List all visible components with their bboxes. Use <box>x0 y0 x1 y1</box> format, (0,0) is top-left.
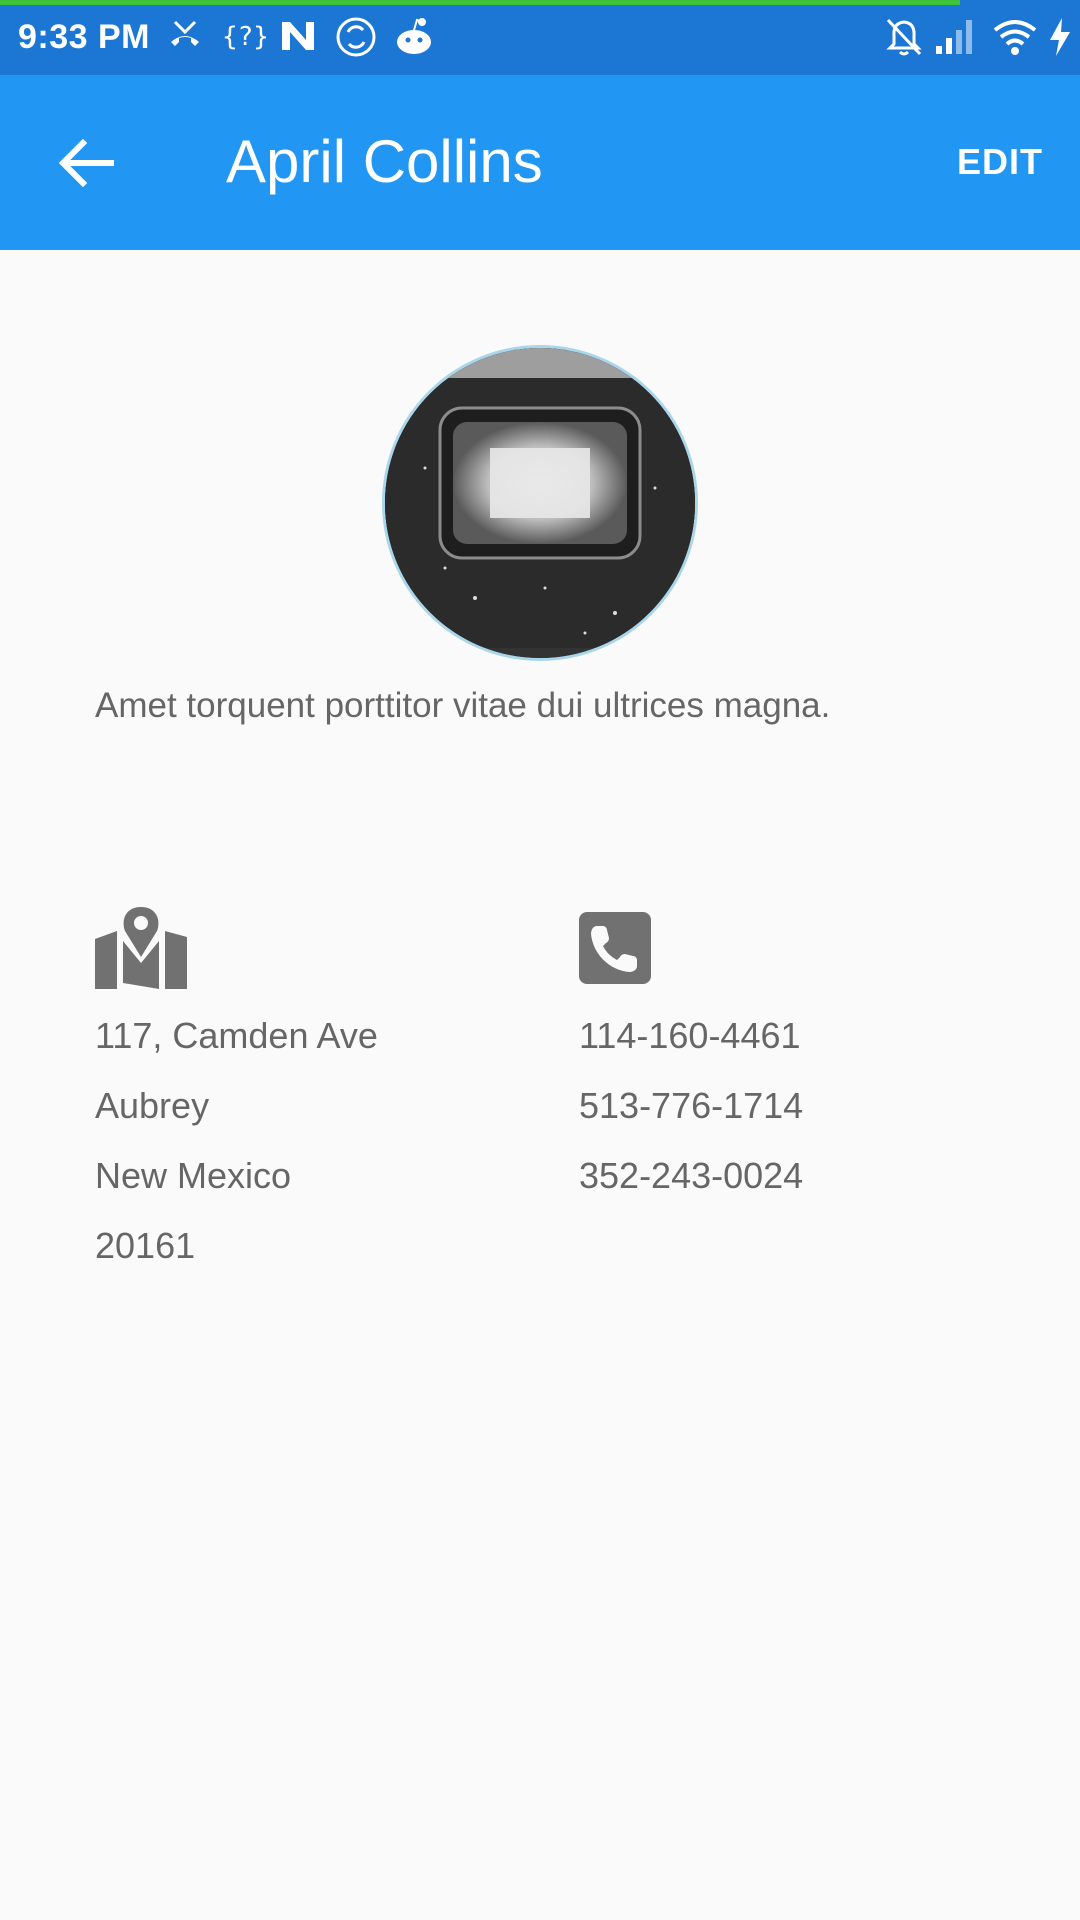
address-state: New Mexico <box>95 1155 292 1196</box>
status-time: 9:33 PM <box>18 18 150 56</box>
wifi-icon <box>993 20 1037 55</box>
avatar-photo <box>385 348 695 658</box>
page-title: April Collins <box>226 128 543 195</box>
arrow-back-icon <box>58 138 114 188</box>
n-icon <box>282 22 314 50</box>
svg-text:{?}: {?} <box>222 22 266 52</box>
bell-off-icon <box>886 18 922 56</box>
address-city: Aubrey <box>95 1085 210 1126</box>
app-bar: April Collins EDIT <box>0 75 1080 250</box>
phone-number[interactable]: 114-160-4461 <box>579 1015 801 1057</box>
loading-progress-line <box>0 0 960 5</box>
reddit-icon <box>397 18 431 54</box>
sync-icon <box>336 17 376 57</box>
profile-description: Amet torquent porttitor vitae dui ultric… <box>95 686 831 725</box>
address-zip: 20161 <box>95 1225 196 1266</box>
charging-icon <box>1050 18 1070 56</box>
phone-number[interactable]: 352-243-0024 <box>579 1155 803 1197</box>
address-street: 117, Camden Ave <box>95 1015 378 1056</box>
status-bar: 9:33 PM {?} <box>0 0 1080 75</box>
phone-number[interactable]: 513-776-1714 <box>579 1085 803 1127</box>
back-button[interactable] <box>45 125 125 205</box>
missed-call-icon <box>171 20 199 46</box>
phone-icon <box>579 912 651 984</box>
unknown-icon: {?} <box>222 22 266 52</box>
signal-icon <box>936 20 972 54</box>
map-icon <box>95 907 187 989</box>
edit-button[interactable]: EDIT <box>957 141 1043 183</box>
avatar <box>382 345 698 661</box>
